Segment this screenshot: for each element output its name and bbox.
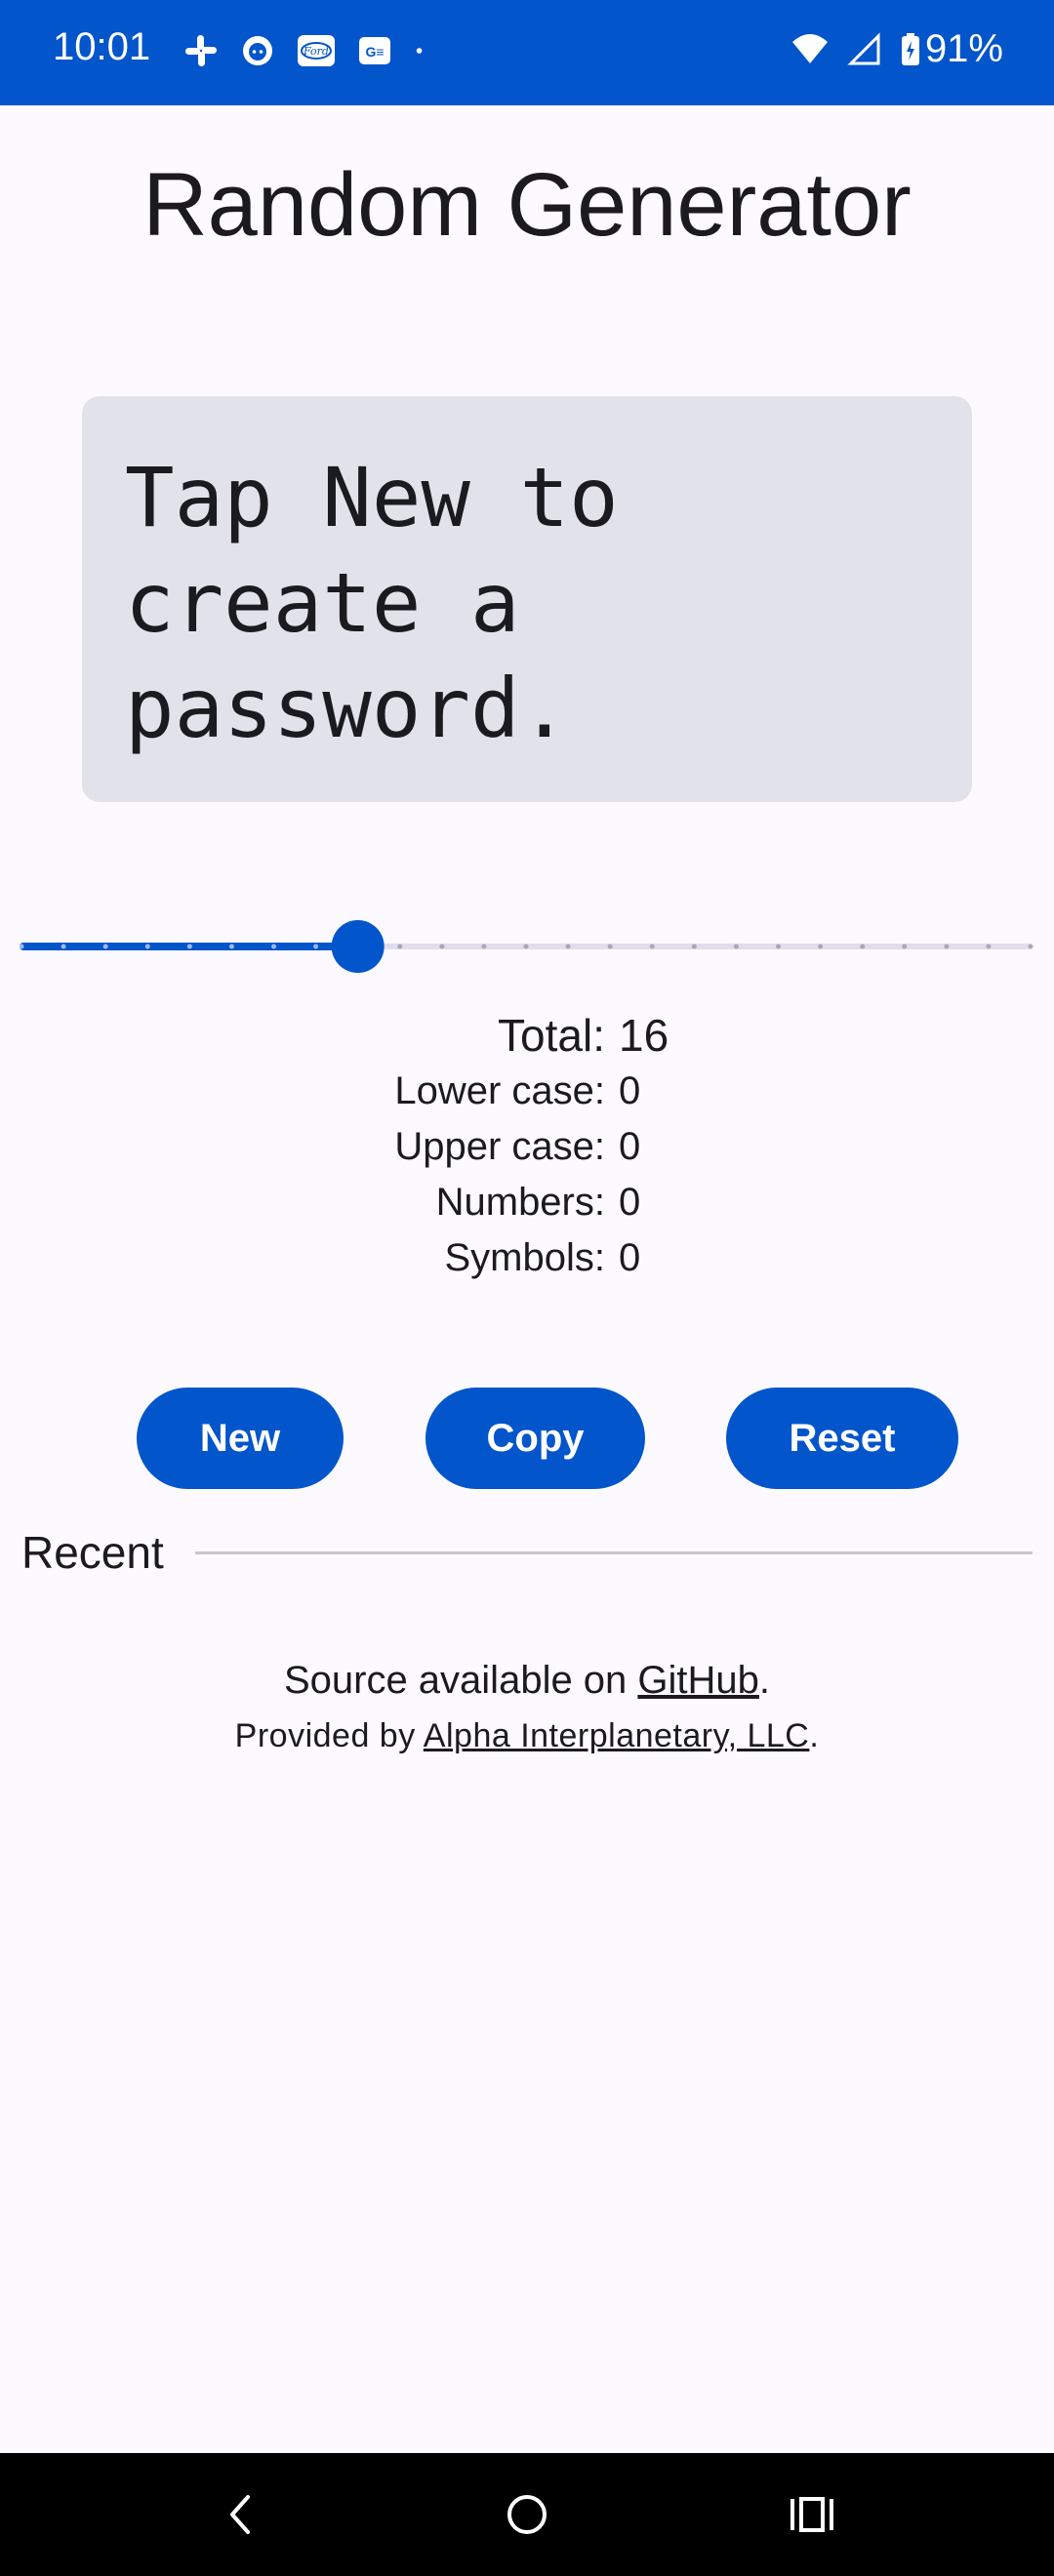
slider-tick	[523, 944, 529, 949]
numbers-label: Numbers:	[435, 1181, 605, 1224]
github-icon	[243, 36, 272, 65]
lower-case-value: 0	[619, 1069, 641, 1112]
symbols-row: Symbols: 0	[0, 1236, 1054, 1292]
slider-tick	[186, 944, 192, 949]
battery-percent: 91%	[924, 27, 1003, 70]
upper-case-label: Upper case:	[394, 1125, 605, 1168]
slider-tick	[271, 944, 276, 949]
provided-prefix: Provided by	[234, 1717, 424, 1754]
slider-tick	[902, 944, 908, 949]
provider-footer: Provided by Alpha Interplanetary, LLC.	[0, 1717, 1054, 1755]
dot-icon	[416, 48, 423, 54]
slider-tick	[102, 944, 108, 949]
slider-tick	[607, 944, 613, 949]
source-prefix: Source available on	[283, 1659, 638, 1702]
slider-tick	[944, 944, 950, 949]
provided-suffix: .	[809, 1717, 820, 1754]
slider-tick	[228, 944, 234, 949]
symbols-value: 0	[619, 1236, 641, 1279]
recent-divider	[195, 1551, 1033, 1554]
slider-tick	[439, 944, 445, 949]
source-footer: Source available on GitHub.	[0, 1659, 1054, 1703]
lower-case-row: Lower case: 0	[0, 1069, 1054, 1125]
new-button[interactable]: New	[137, 1388, 344, 1489]
slider-tick	[776, 944, 781, 949]
slider-tick	[61, 944, 66, 949]
password-text: Tap New to create a password.	[125, 450, 619, 756]
total-row: Total: 16	[0, 1009, 1054, 1069]
recents-icon	[790, 2497, 833, 2532]
signal-icon	[847, 31, 880, 64]
svg-text:G≡: G≡	[365, 44, 384, 60]
slider-tick	[733, 944, 739, 949]
system-icons: 91%	[790, 27, 1003, 71]
navigation-bar	[0, 2453, 1054, 2576]
total-value: 16	[619, 1010, 669, 1061]
reset-button[interactable]: Reset	[726, 1388, 958, 1489]
slider-tick	[860, 944, 866, 949]
page-title: Random Generator	[142, 155, 912, 255]
back-icon	[230, 2495, 250, 2534]
upper-case-value: 0	[619, 1125, 641, 1168]
copy-button[interactable]: Copy	[426, 1388, 645, 1489]
source-suffix: .	[758, 1659, 771, 1702]
lower-case-label: Lower case:	[394, 1069, 605, 1112]
numbers-row: Numbers: 0	[0, 1181, 1054, 1236]
slider-tick	[649, 944, 655, 949]
status-bar: 10:01 Ford G≡ 91%	[0, 0, 1054, 105]
slider-tick	[691, 944, 697, 949]
home-button[interactable]	[493, 2482, 561, 2547]
recents-button[interactable]	[778, 2482, 846, 2547]
slider-tick	[313, 944, 319, 949]
svg-text:Ford: Ford	[303, 45, 329, 58]
slider-tick	[565, 944, 571, 949]
back-button[interactable]	[206, 2482, 274, 2547]
slider-thumb[interactable]	[331, 920, 385, 973]
slider-tick	[397, 944, 403, 949]
home-icon	[507, 2495, 547, 2534]
notification-icons: Ford G≡	[183, 33, 433, 68]
ford-icon: Ford	[298, 35, 335, 66]
recent-heading: Recent	[21, 1527, 164, 1578]
status-time: 10:01	[53, 25, 151, 68]
wifi-icon	[791, 33, 828, 63]
news-icon: G≡	[359, 37, 390, 64]
slider-tick	[1028, 944, 1034, 949]
github-link[interactable]: GitHub	[637, 1659, 759, 1702]
symbols-label: Symbols:	[444, 1236, 606, 1279]
upper-case-row: Upper case: 0	[0, 1125, 1054, 1181]
battery-charging-icon	[901, 32, 919, 65]
slider-tick	[144, 944, 150, 949]
password-display[interactable]: Tap New to create a password.	[82, 396, 972, 802]
slider-tick	[818, 944, 824, 949]
numbers-value: 0	[619, 1181, 641, 1224]
slider-tick	[481, 944, 487, 949]
length-slider[interactable]	[20, 917, 1034, 976]
slack-icon	[185, 35, 217, 66]
provider-link[interactable]: Alpha Interplanetary, LLC	[424, 1717, 810, 1754]
slider-tick	[986, 944, 992, 949]
password-stats: Total: 16 Lower case: 0 Upper case: 0 Nu…	[0, 1009, 1054, 1292]
total-label: Total:	[498, 1010, 605, 1061]
